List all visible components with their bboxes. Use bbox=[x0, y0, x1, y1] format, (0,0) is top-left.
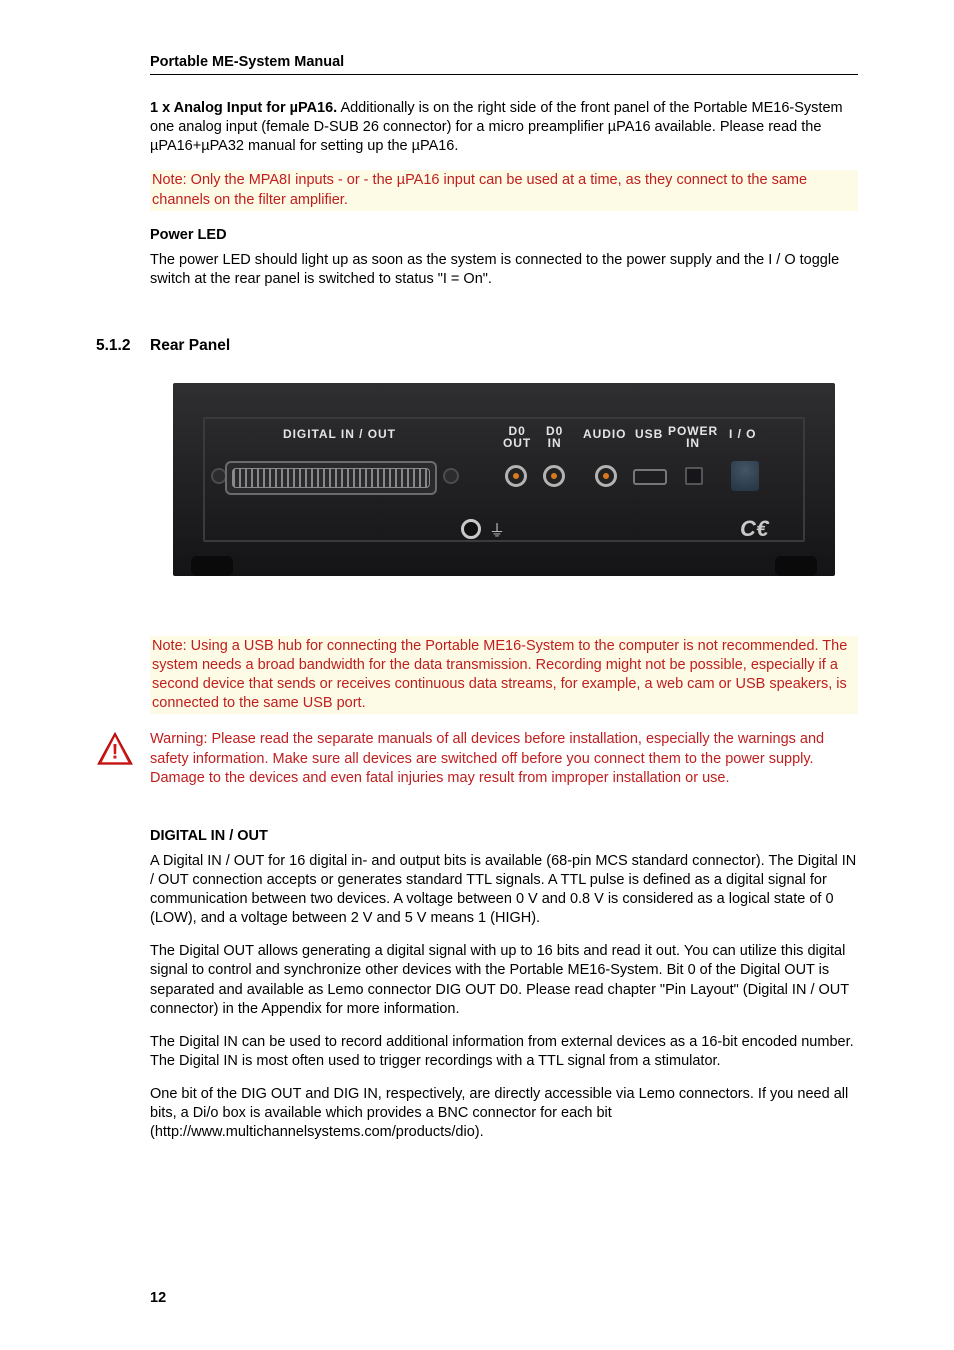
digital-io-p2: The Digital OUT allows generating a digi… bbox=[150, 942, 858, 1019]
section-title: Rear Panel bbox=[150, 337, 230, 355]
page: Portable ME-System Manual 1 x Analog Inp… bbox=[0, 0, 954, 1350]
usb-port bbox=[633, 469, 667, 485]
section-heading-row: 5.1.2 Rear Panel bbox=[96, 337, 858, 355]
ce-mark: C€ bbox=[740, 516, 769, 542]
rear-panel-photo: DIGITAL IN / OUT D0OUT D0IN AUDIO USB PO… bbox=[173, 383, 835, 576]
section-content: DIGITAL IN / OUT D0OUT D0IN AUDIO USB PO… bbox=[150, 383, 858, 715]
analog-input-lead: 1 x Analog Input for µPA16. bbox=[150, 100, 337, 116]
lemo-d0-out bbox=[505, 465, 527, 487]
section-number: 5.1.2 bbox=[96, 337, 150, 355]
digital-io-p4: One bit of the DIG OUT and DIG IN, respe… bbox=[150, 1085, 858, 1142]
digital-io-heading: DIGITAL IN / OUT bbox=[150, 828, 858, 844]
ground-symbol: ⏚ bbox=[489, 517, 505, 541]
warning-icon: ! bbox=[96, 730, 134, 768]
digital-io-p1: A Digital IN / OUT for 16 digital in- an… bbox=[150, 852, 858, 929]
note-mpa8i: Note: Only the MPA8I inputs - or - the µ… bbox=[150, 170, 858, 210]
power-in-jack bbox=[685, 467, 703, 485]
analog-input-paragraph: 1 x Analog Input for µPA16. Additionally… bbox=[150, 99, 858, 156]
ground-terminal bbox=[461, 519, 481, 539]
lemo-d0-in bbox=[543, 465, 565, 487]
power-led-paragraph: The power LED should light up as soon as… bbox=[150, 251, 858, 289]
note-usb-hub: Note: Using a USB hub for connecting the… bbox=[150, 636, 858, 715]
screw-right bbox=[443, 468, 459, 484]
page-number: 12 bbox=[150, 1290, 166, 1306]
rear-panel-parts: ⏚ C€ bbox=[173, 383, 835, 576]
audio-jack bbox=[595, 465, 617, 487]
warning-row: ! Warning: Please read the separate manu… bbox=[96, 730, 858, 787]
power-led-heading: Power LED bbox=[150, 227, 858, 243]
svg-text:!: ! bbox=[112, 741, 119, 764]
io-toggle-switch bbox=[731, 461, 759, 491]
digital-io-p3: The Digital IN can be used to record add… bbox=[150, 1033, 858, 1071]
digital-io-section: DIGITAL IN / OUT A Digital IN / OUT for … bbox=[150, 828, 858, 1143]
running-head: Portable ME-System Manual bbox=[150, 54, 858, 75]
warning-text: Warning: Please read the separate manual… bbox=[150, 730, 858, 787]
digital-in-out-connector bbox=[225, 461, 437, 495]
body-content: 1 x Analog Input for µPA16. Additionally… bbox=[150, 99, 858, 289]
